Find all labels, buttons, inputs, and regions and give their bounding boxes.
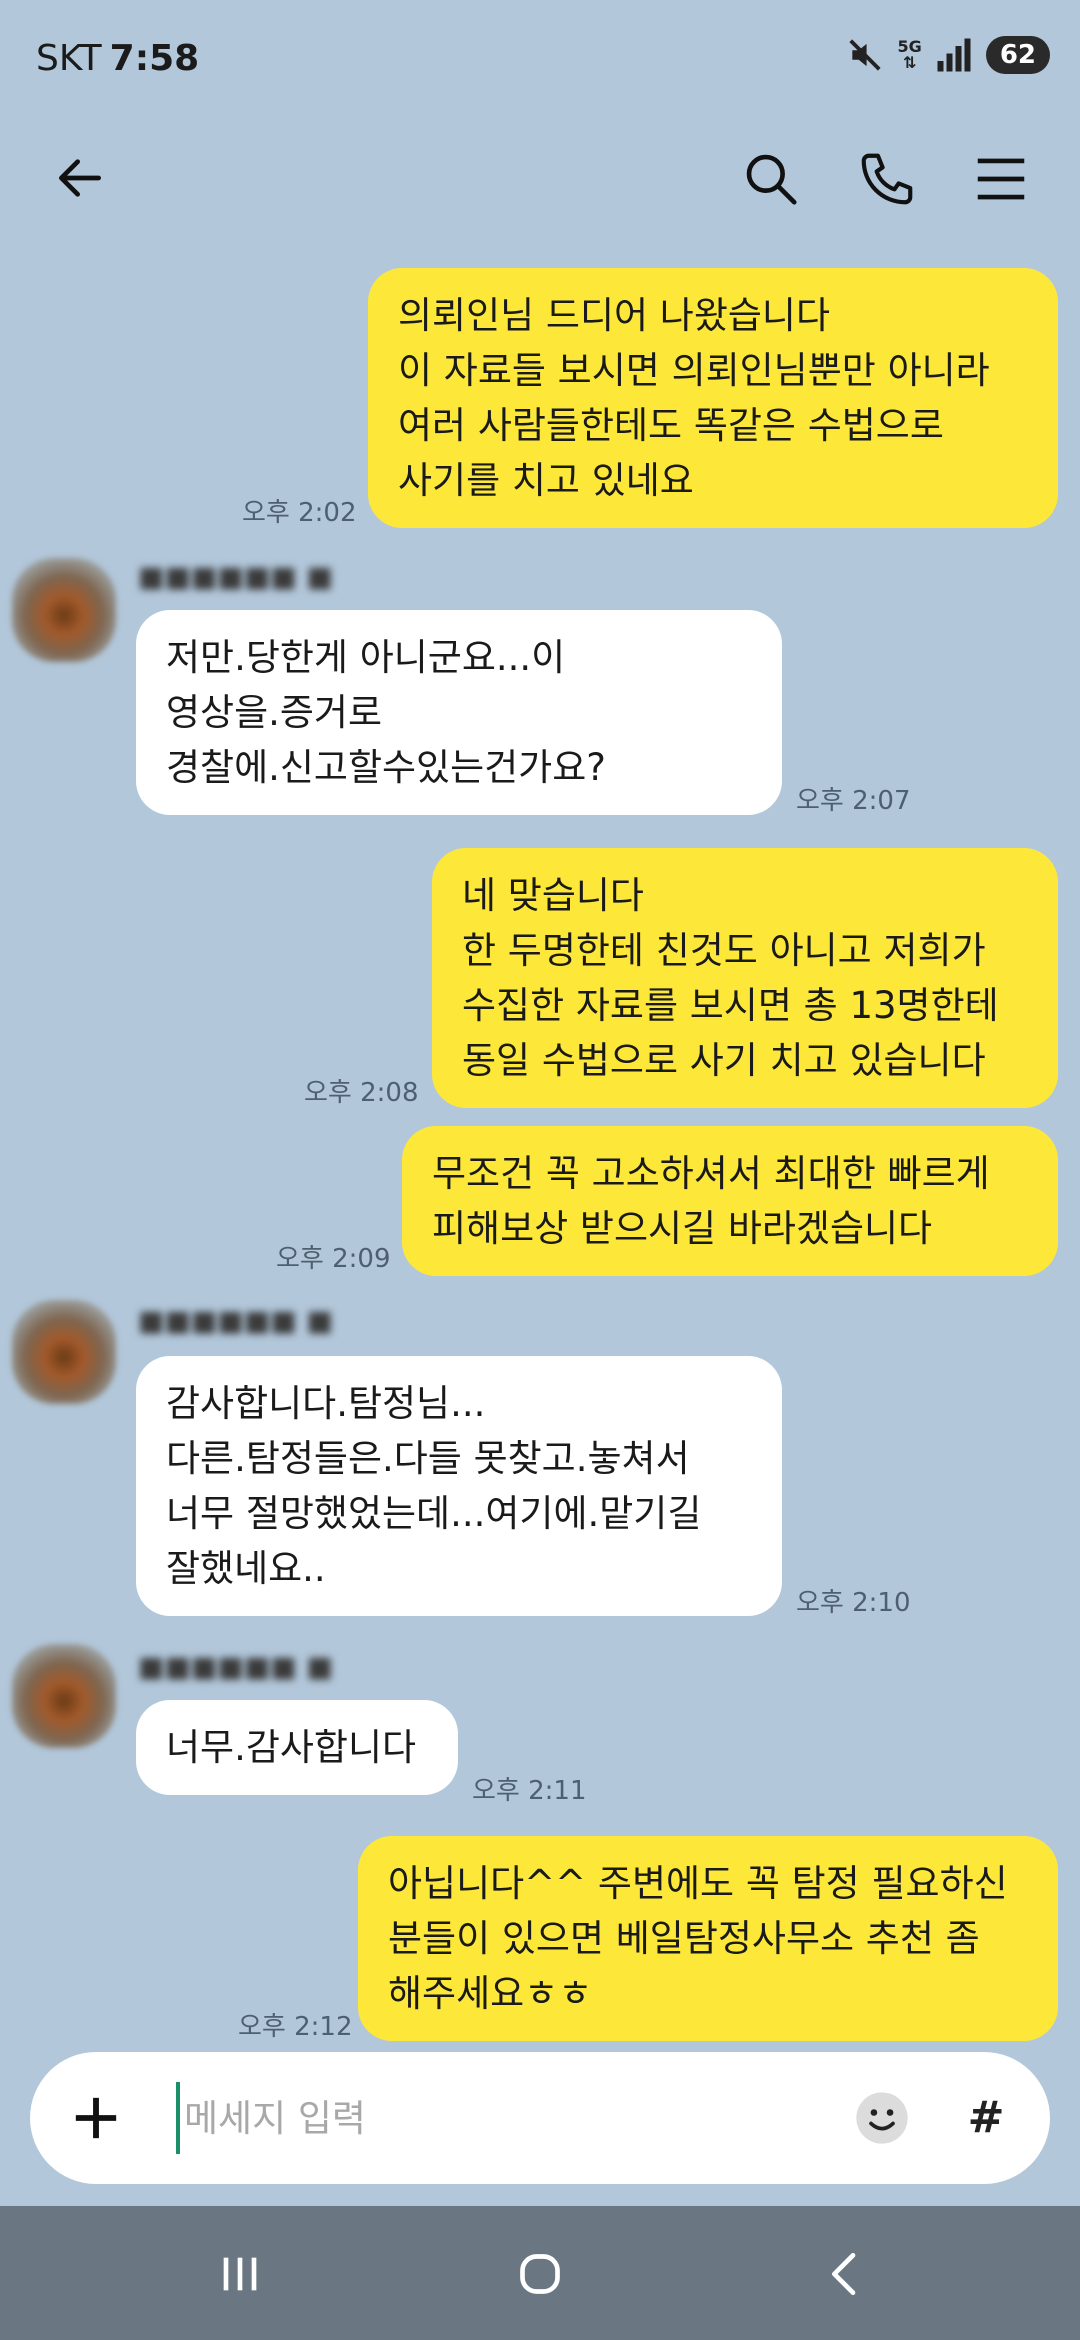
message-line: 무조건 꼭 고소하셔서 최대한 빠르게 — [432, 1152, 990, 1195]
emoji-icon — [856, 2092, 908, 2144]
message-time: 오후 2:08 — [304, 1078, 419, 1108]
sender-name: ■■■■■■ ■ — [138, 560, 333, 593]
message-line: 피해보상 받으시길 바라겠습니다 — [432, 1207, 933, 1250]
their-message-bubble[interactable]: 저만.당한게 아니군요...이 영상을.증거로 경찰에.신고할수있는건가요? — [136, 610, 782, 815]
message-time: 오후 2:02 — [242, 498, 357, 528]
network-badge: 5G ⇅ — [897, 37, 922, 72]
carrier-time: SKT 7:58 — [36, 38, 199, 79]
message-time: 오후 2:09 — [276, 1244, 391, 1274]
message-line: 아닙니다^^ 주변에도 꼭 탐정 필요하신 — [388, 1862, 1008, 1905]
message-line: 사기를 치고 있네요 — [398, 459, 694, 502]
mute-icon — [848, 39, 881, 71]
my-message-bubble[interactable]: 의뢰인님 드디어 나왔습니다 이 자료들 보시면 의뢰인님뿐만 아니라 여러 사… — [368, 268, 1058, 528]
plus-icon — [75, 2097, 117, 2139]
phone-icon[interactable] — [856, 148, 918, 210]
message-line: 동일 수법으로 사기 치고 있습니다 — [462, 1039, 986, 1082]
my-message-bubble[interactable]: 아닙니다^^ 주변에도 꼭 탐정 필요하신 분들이 있으면 베일탐정사무소 추천… — [358, 1836, 1058, 2041]
recent-apps-icon[interactable] — [212, 2246, 268, 2302]
message-time: 오후 2:12 — [238, 2012, 353, 2042]
avatar[interactable] — [12, 1300, 116, 1404]
my-message-bubble[interactable]: 네 맞습니다 한 두명한테 친것도 아니고 저희가 수집한 자료를 보시면 총 … — [432, 848, 1058, 1108]
message-time: 오후 2:10 — [796, 1588, 911, 1618]
message-line: 저만.당한게 아니군요...이 — [166, 636, 566, 679]
status-icons: 5G ⇅ 62 — [846, 36, 1050, 74]
message-input[interactable] — [176, 2082, 836, 2154]
search-icon[interactable] — [740, 148, 802, 210]
message-line: 해주세요ㅎㅎ — [388, 1972, 593, 2015]
message-line: 너무 절망했었는데...여기에.맡기길 — [166, 1492, 702, 1535]
message-line: 감사합니다.탐정님... — [166, 1382, 486, 1425]
avatar[interactable] — [12, 1644, 116, 1748]
message-composer: # — [30, 2052, 1050, 2184]
status-bar: SKT 7:58 5G ⇅ 62 — [0, 0, 1080, 120]
message-line: 분들이 있으면 베일탐정사무소 추천 좀 — [388, 1917, 980, 1960]
back-nav-icon[interactable] — [818, 2246, 874, 2302]
clock: 7:58 — [109, 38, 200, 79]
message-line: 여러 사람들한테도 똑같은 수법으로 — [398, 404, 944, 447]
message-time: 오후 2:07 — [796, 786, 911, 816]
attach-button[interactable] — [52, 2074, 140, 2162]
sender-name: ■■■■■■ ■ — [138, 1650, 333, 1683]
message-line: 잘했네요.. — [166, 1547, 326, 1590]
avatar[interactable] — [12, 558, 116, 662]
message-time: 오후 2:11 — [472, 1776, 587, 1806]
their-message-bubble[interactable]: 너무.감사합니다 — [136, 1700, 458, 1795]
their-message-bubble[interactable]: 감사합니다.탐정님... 다른.탐정들은.다들 못찾고.놓쳐서 너무 절망했었는… — [136, 1356, 782, 1616]
message-line: 수집한 자료를 보시면 총 13명한테 — [462, 984, 999, 1027]
message-line: 의뢰인님 드디어 나왔습니다 — [398, 294, 831, 337]
carrier-label: SKT — [36, 38, 102, 79]
emoji-button[interactable] — [838, 2074, 926, 2162]
message-line: 한 두명한테 친것도 아니고 저희가 — [462, 929, 986, 972]
message-line: 경찰에.신고할수있는건가요? — [166, 746, 606, 789]
message-line: 네 맞습니다 — [462, 874, 644, 917]
sender-name: ■■■■■■ ■ — [138, 1304, 333, 1337]
system-nav-bar — [0, 2206, 1080, 2340]
chat-header — [0, 130, 1080, 220]
chat-title[interactable] — [168, 152, 448, 202]
message-line: 너무.감사합니다 — [166, 1726, 417, 1769]
message-line: 다른.탐정들은.다들 못찾고.놓쳐서 — [166, 1437, 690, 1480]
my-message-bubble[interactable]: 무조건 꼭 고소하셔서 최대한 빠르게 피해보상 받으시길 바라겠습니다 — [402, 1126, 1058, 1276]
hashtag-button[interactable]: # — [942, 2074, 1030, 2162]
home-icon[interactable] — [512, 2246, 568, 2302]
battery-indicator: 62 — [985, 36, 1050, 74]
message-line: 영상을.증거로 — [166, 691, 383, 734]
signal-icon — [937, 38, 971, 72]
message-line: 이 자료들 보시면 의뢰인님뿐만 아니라 — [398, 349, 990, 392]
menu-icon[interactable] — [970, 148, 1032, 210]
back-icon[interactable] — [52, 150, 108, 206]
